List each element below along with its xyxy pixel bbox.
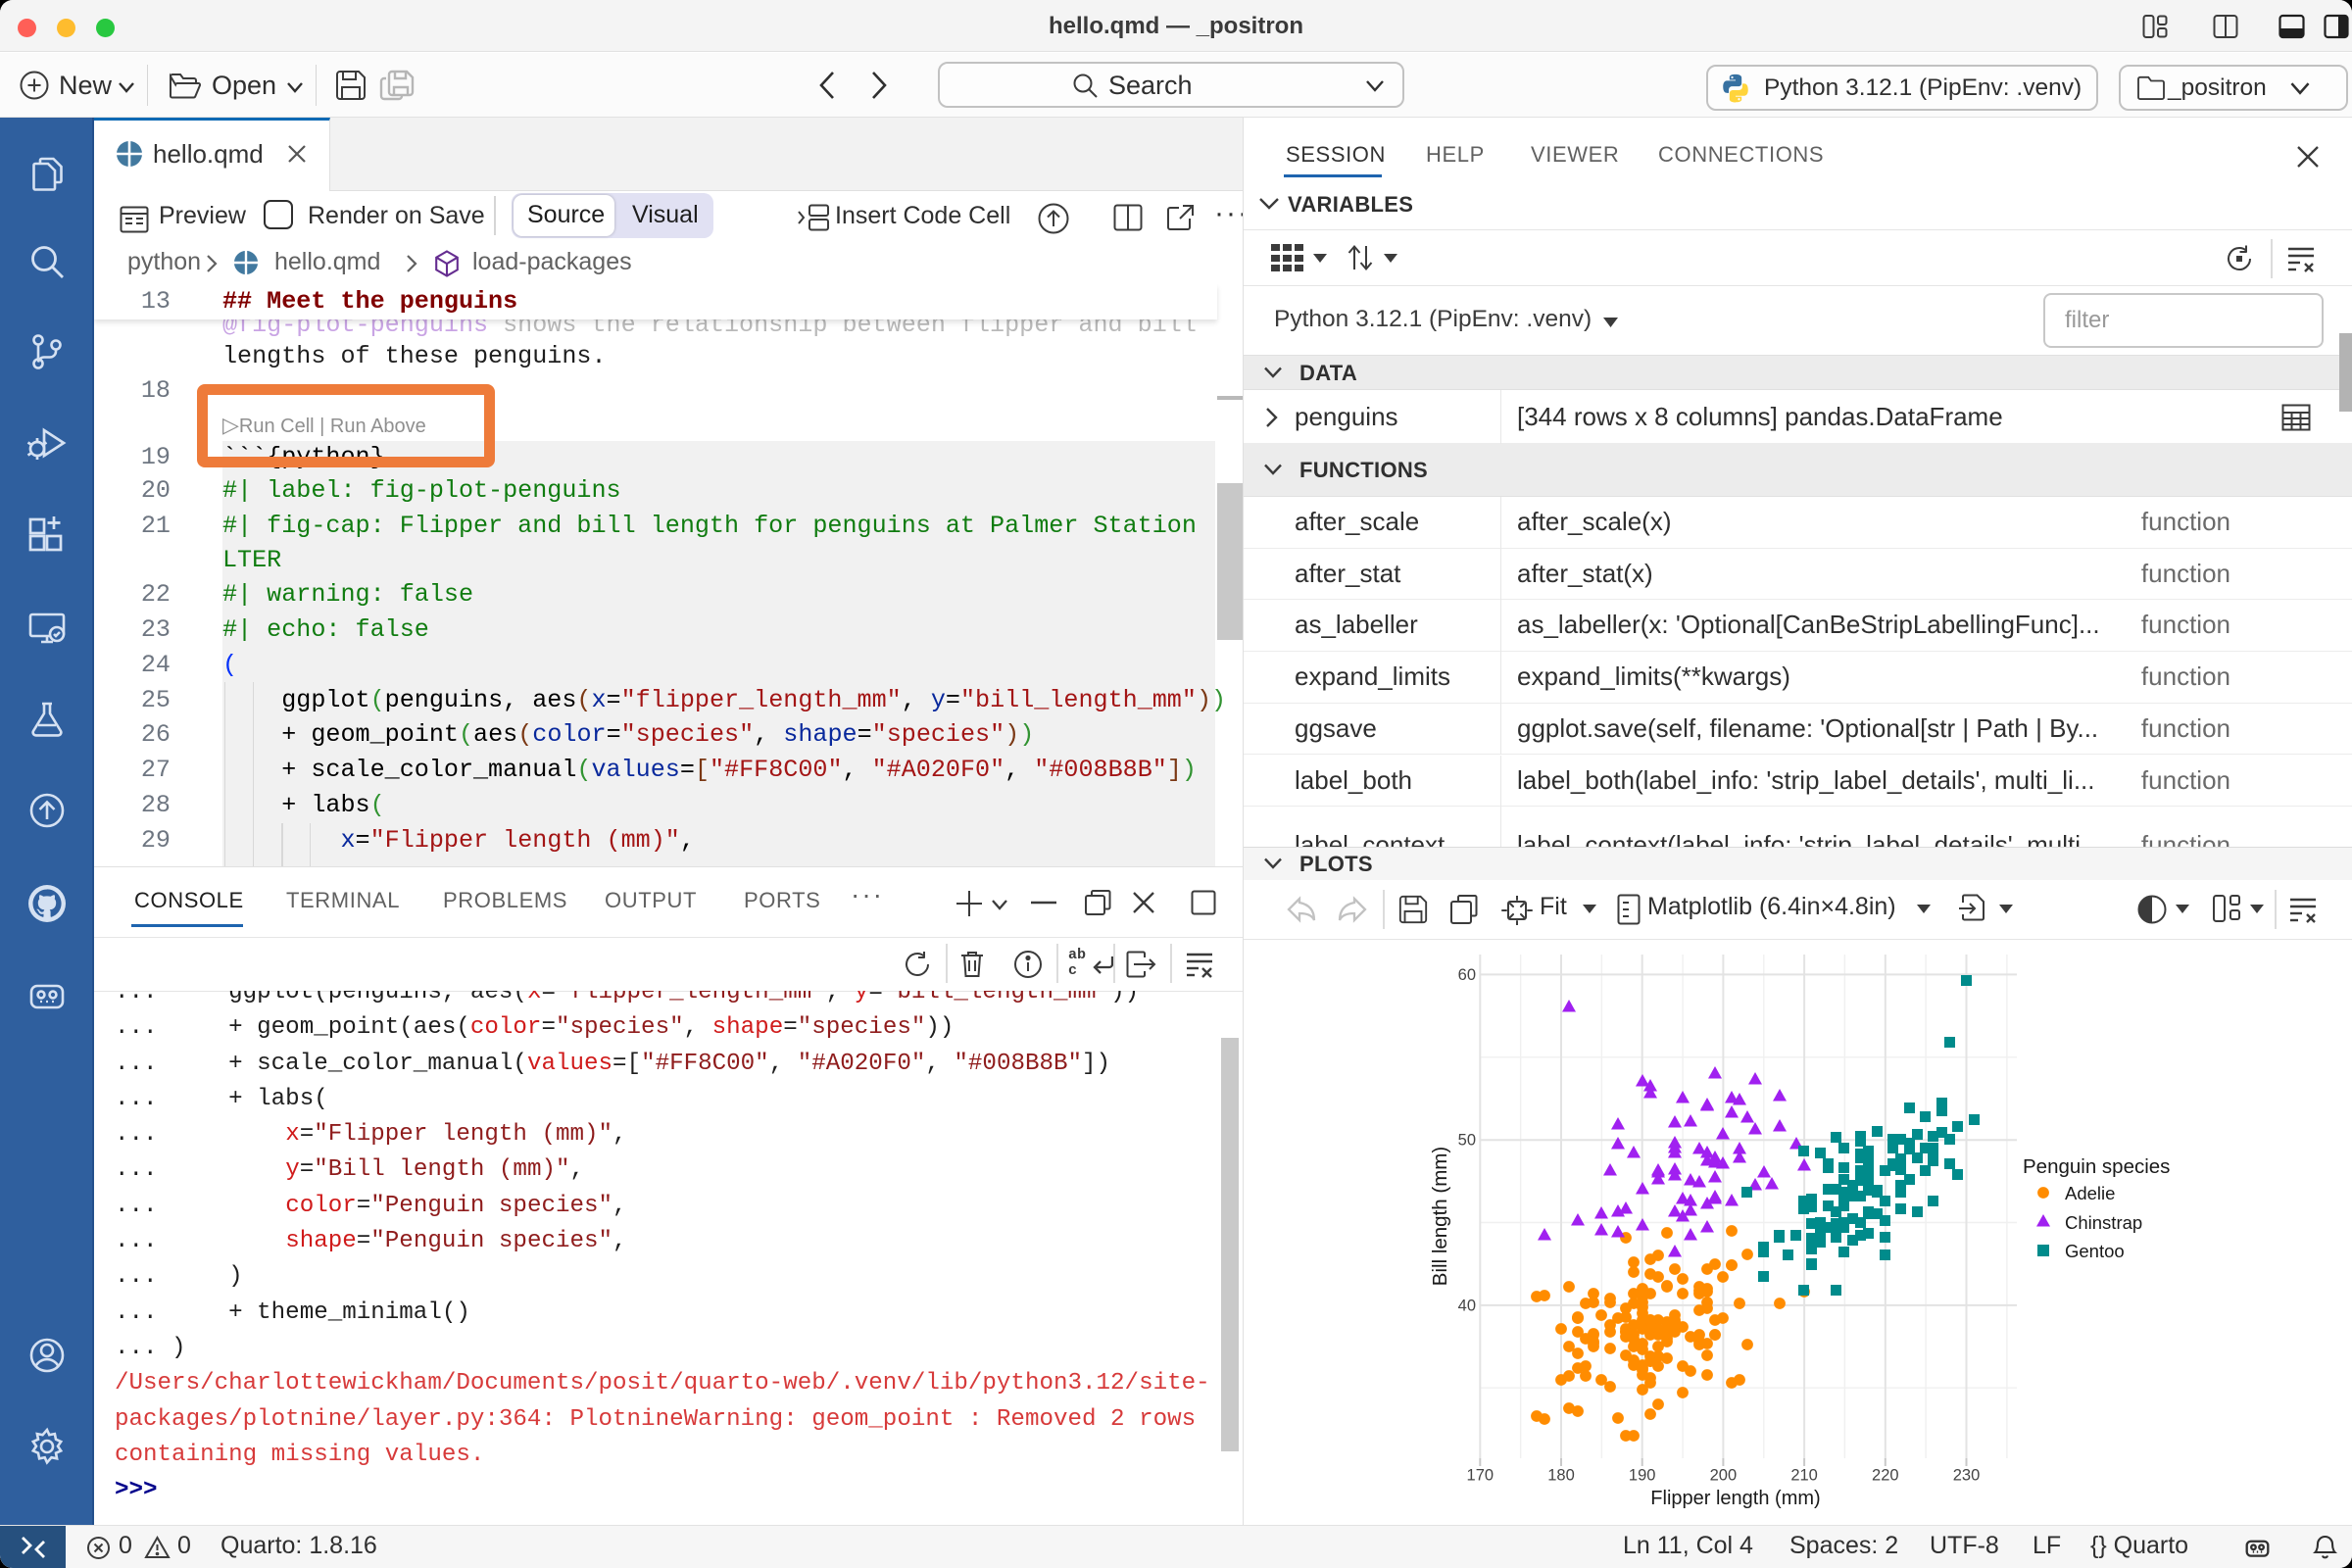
svg-text:60: 60 — [1458, 966, 1476, 984]
svg-text:Penguin species: Penguin species — [2023, 1155, 2170, 1178]
svg-text:230: 230 — [1953, 1467, 1981, 1485]
svg-text:210: 210 — [1790, 1467, 1818, 1485]
svg-text:40: 40 — [1458, 1297, 1476, 1314]
svg-text:190: 190 — [1629, 1467, 1656, 1485]
svg-text:Gentoo: Gentoo — [2065, 1241, 2125, 1261]
svg-text:50: 50 — [1458, 1132, 1476, 1150]
svg-text:Chinstrap: Chinstrap — [2065, 1212, 2142, 1233]
svg-text:Bill length (mm): Bill length (mm) — [1429, 1147, 1451, 1286]
svg-text:180: 180 — [1547, 1467, 1575, 1485]
svg-text:200: 200 — [1710, 1467, 1738, 1485]
svg-text:Flipper length (mm): Flipper length (mm) — [1650, 1488, 1820, 1509]
svg-text:Adelie: Adelie — [2065, 1183, 2115, 1203]
svg-text:220: 220 — [1872, 1467, 1899, 1485]
svg-text:170: 170 — [1467, 1467, 1494, 1485]
